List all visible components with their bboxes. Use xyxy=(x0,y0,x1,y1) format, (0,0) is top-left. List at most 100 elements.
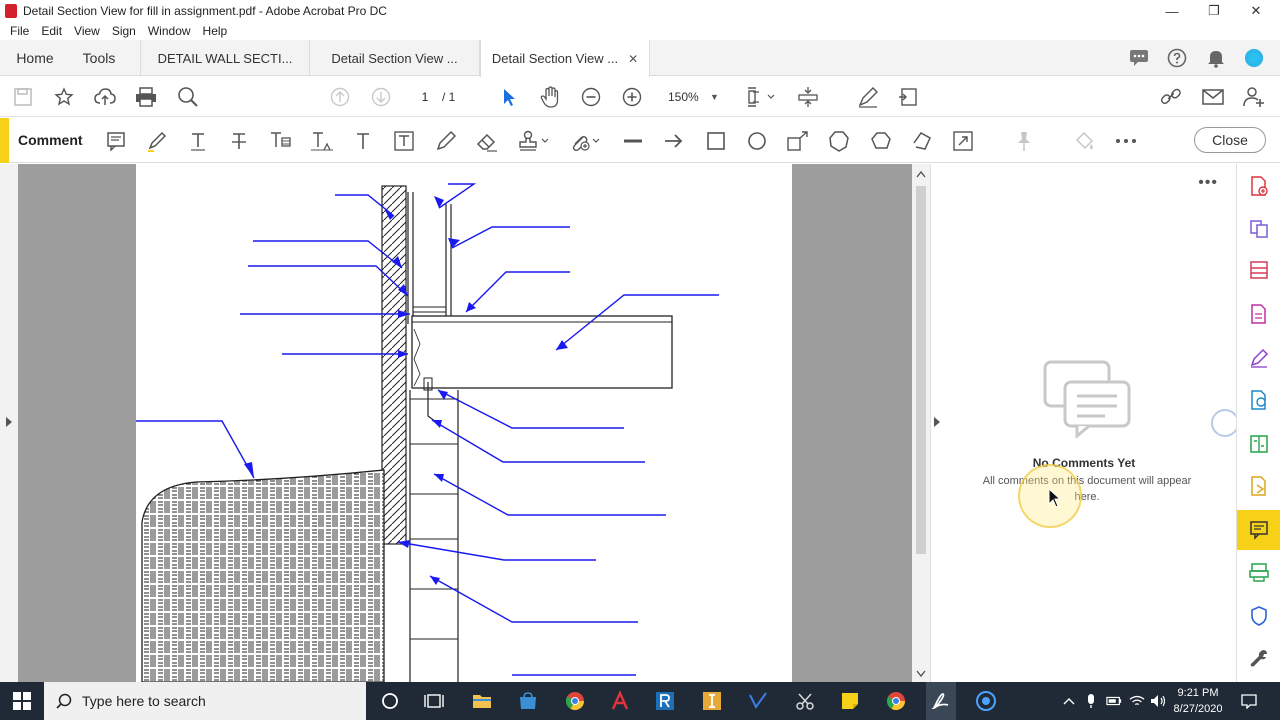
store-icon[interactable] xyxy=(516,689,540,713)
acrobat-taskbar-icon[interactable] xyxy=(608,689,632,713)
collapse-panel-icon[interactable] xyxy=(933,416,941,428)
search-zoom-icon[interactable] xyxy=(177,86,199,108)
oval-tool-icon[interactable] xyxy=(745,129,769,153)
fill-sign-icon[interactable] xyxy=(857,86,879,108)
add-text-icon[interactable] xyxy=(351,129,375,153)
left-panel-collapsed[interactable] xyxy=(0,164,18,682)
close-window-button[interactable]: ✕ xyxy=(1234,0,1278,22)
sketchup-icon[interactable] xyxy=(700,689,724,713)
revit-icon[interactable] xyxy=(653,689,677,713)
tab-tools[interactable]: Tools xyxy=(70,40,128,76)
share-review-icon[interactable] xyxy=(898,86,920,108)
hand-pan-icon[interactable] xyxy=(539,86,561,108)
pencil-draw-icon[interactable] xyxy=(434,129,458,153)
battery-icon[interactable] xyxy=(1106,693,1122,709)
action-center-icon[interactable] xyxy=(1241,693,1257,709)
more-options-icon[interactable] xyxy=(1114,129,1138,153)
polyline-tool-icon[interactable] xyxy=(910,129,934,153)
chrome-icon[interactable] xyxy=(563,689,587,713)
combine-files-icon[interactable] xyxy=(1249,218,1269,238)
visual-studio-icon[interactable] xyxy=(746,689,770,713)
help-icon[interactable] xyxy=(1167,48,1187,68)
text-box-icon[interactable] xyxy=(392,129,416,153)
recording-icon[interactable] xyxy=(974,689,998,713)
zoom-out-icon[interactable] xyxy=(580,86,602,108)
print-production-icon[interactable] xyxy=(1249,562,1269,582)
menu-help[interactable]: Help xyxy=(197,24,234,38)
eraser-icon[interactable] xyxy=(475,129,499,153)
more-tools-wrench-icon[interactable] xyxy=(1249,648,1269,668)
menu-view[interactable]: View xyxy=(68,24,106,38)
acrobat-dc-active-icon[interactable] xyxy=(926,682,956,720)
sound-tool-icon[interactable] xyxy=(951,129,975,153)
menu-sign[interactable]: Sign xyxy=(106,24,142,38)
microphone-icon[interactable] xyxy=(1083,693,1099,709)
export-pdf-icon[interactable] xyxy=(1249,304,1269,324)
previous-page-icon[interactable] xyxy=(329,86,351,108)
stamp-icon[interactable] xyxy=(516,129,550,153)
start-button[interactable] xyxy=(0,682,44,720)
polygon-tool-icon[interactable] xyxy=(827,129,851,153)
snipping-tool-icon[interactable] xyxy=(793,689,817,713)
replace-text-icon[interactable] xyxy=(268,129,292,153)
fill-and-sign-icon[interactable] xyxy=(1249,348,1269,368)
expand-left-panel-icon[interactable] xyxy=(5,416,13,428)
send-for-review-icon[interactable] xyxy=(1249,476,1269,496)
close-comment-button[interactable]: Close xyxy=(1194,127,1266,153)
scrollbar-thumb[interactable] xyxy=(916,186,926,554)
zoom-in-icon[interactable] xyxy=(621,86,643,108)
email-icon[interactable] xyxy=(1202,86,1224,108)
task-view-icon[interactable] xyxy=(422,689,446,713)
add-user-icon[interactable] xyxy=(1243,86,1265,108)
save-icon[interactable] xyxy=(12,86,34,108)
tab-home[interactable]: Home xyxy=(4,40,66,76)
arrow-tool-icon[interactable] xyxy=(662,129,686,153)
highlight-pen-icon[interactable] xyxy=(145,129,169,153)
organize-pages-icon[interactable] xyxy=(1249,260,1269,280)
next-page-icon[interactable] xyxy=(370,86,392,108)
line-tool-icon[interactable] xyxy=(621,129,645,153)
pin-icon[interactable] xyxy=(1012,129,1036,153)
wifi-icon[interactable] xyxy=(1129,693,1145,709)
chat-icon[interactable] xyxy=(1129,48,1149,68)
sticky-note-icon[interactable] xyxy=(104,129,128,153)
text-underline-icon[interactable] xyxy=(186,129,210,153)
restore-button[interactable]: ❐ xyxy=(1192,0,1236,22)
chrome-profile-icon[interactable] xyxy=(884,689,908,713)
tab-document-1[interactable]: DETAIL WALL SECTI... xyxy=(140,40,310,76)
insert-text-icon[interactable] xyxy=(310,129,334,153)
file-explorer-icon[interactable] xyxy=(470,689,494,713)
vertical-scrollbar[interactable] xyxy=(912,164,930,682)
tab-close-icon[interactable]: ✕ xyxy=(628,52,638,66)
strikethrough-icon[interactable] xyxy=(227,129,251,153)
tab-document-3[interactable]: Detail Section View ... ✕ xyxy=(480,40,650,77)
protect-shield-icon[interactable] xyxy=(1249,606,1269,626)
textbox-callout-icon[interactable] xyxy=(786,129,810,153)
cortana-icon[interactable] xyxy=(378,689,402,713)
upload-cloud-icon[interactable] xyxy=(94,86,116,108)
scroll-up-icon[interactable] xyxy=(916,170,926,178)
menu-edit[interactable]: Edit xyxy=(35,24,68,38)
attach-file-icon[interactable] xyxy=(567,129,601,153)
fit-page-icon[interactable] xyxy=(745,86,777,108)
compare-files-icon[interactable] xyxy=(1249,434,1269,454)
taskbar-search-box[interactable]: Type here to search xyxy=(44,682,366,720)
print-icon[interactable] xyxy=(135,86,157,108)
tab-document-2[interactable]: Detail Section View ... xyxy=(310,40,480,76)
comment-tool-icon[interactable] xyxy=(1237,510,1280,550)
notifications-bell-icon[interactable] xyxy=(1206,48,1226,68)
color-fill-icon[interactable] xyxy=(1073,129,1097,153)
account-avatar-icon[interactable] xyxy=(1244,48,1264,68)
page-number-input[interactable]: 1 xyxy=(416,87,434,107)
menu-window[interactable]: Window xyxy=(142,24,197,38)
scroll-mode-icon[interactable] xyxy=(797,86,819,108)
panel-more-options[interactable]: ••• xyxy=(1198,174,1218,192)
cloud-tool-icon[interactable] xyxy=(869,129,893,153)
share-link-icon[interactable] xyxy=(1160,86,1182,108)
create-pdf-icon[interactable] xyxy=(1249,176,1269,196)
show-hidden-icons-chevron-icon[interactable] xyxy=(1061,693,1077,709)
bookmark-star-icon[interactable] xyxy=(53,86,75,108)
volume-icon[interactable] xyxy=(1150,693,1166,709)
zoom-level-dropdown[interactable]: 150% ▼ xyxy=(668,87,722,107)
system-clock[interactable]: 9:21 PM 8/27/2020 xyxy=(1170,685,1226,717)
